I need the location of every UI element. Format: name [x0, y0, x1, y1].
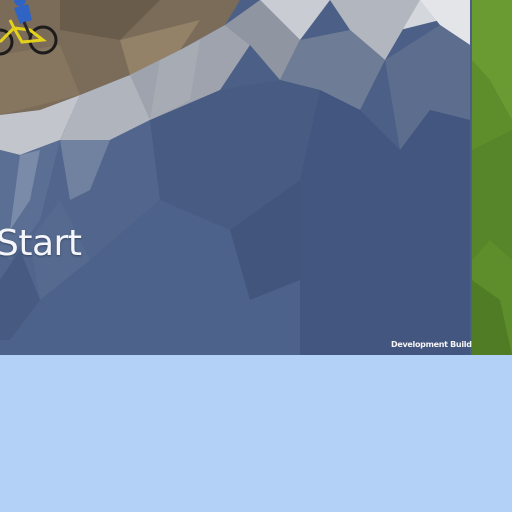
development-build-watermark: Development Build	[391, 340, 472, 349]
game-viewport: Start Development Build	[0, 0, 512, 355]
low-poly-mountain-scene	[0, 0, 512, 355]
start-button[interactable]: Start	[0, 226, 82, 262]
grass-facet	[472, 130, 512, 260]
empty-lower-pane	[0, 355, 512, 512]
